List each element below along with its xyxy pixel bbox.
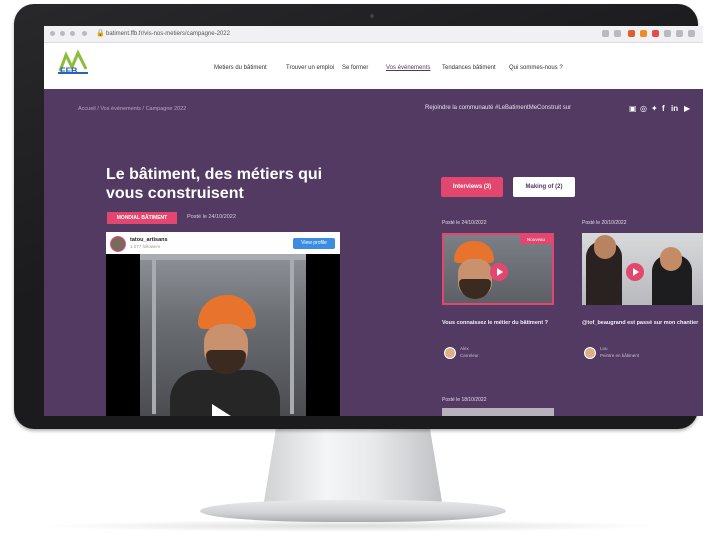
browser-toolbar: 🔒 batiment.ffb.fr/vis-nos-metiers/campag… — [44, 26, 703, 43]
author-role: Carreleur — [460, 353, 479, 358]
community-text: Rejoindre la communauté #LeBatimentMeCon… — [425, 105, 572, 111]
breadcrumb[interactable]: Accueil / Vos événements / Campagne 2022 — [78, 106, 186, 112]
lock-icon: 🔒 — [96, 30, 105, 37]
avatar[interactable] — [110, 236, 126, 252]
profile-icon[interactable] — [676, 30, 683, 37]
extension-icon[interactable] — [628, 30, 635, 37]
twitter-icon[interactable]: ✦ — [651, 104, 658, 113]
bookmark-icon[interactable] — [614, 30, 621, 37]
card-date: Posté le 18/10/2022 — [442, 397, 487, 403]
home-icon[interactable] — [82, 31, 87, 36]
tab-interviews[interactable]: Interviews (3) — [441, 177, 503, 197]
nav-evenements[interactable]: Vos événements — [386, 65, 430, 71]
menu-icon[interactable] — [688, 30, 695, 37]
site-header: FFB Metiers du bâtiment Trouver un emplo… — [44, 43, 703, 89]
nav-former[interactable]: Se former — [342, 65, 368, 71]
author-name: Alex — [460, 346, 469, 351]
play-icon[interactable] — [212, 404, 234, 416]
play-icon[interactable] — [490, 263, 508, 281]
instagram-embed: tatou_artisans 1,077 followers View prof… — [106, 232, 340, 416]
video-card[interactable]: Nouveau — [442, 233, 554, 305]
tab-making-of[interactable]: Making of (2) — [513, 177, 575, 197]
new-badge: Nouveau — [520, 235, 552, 244]
reload-icon[interactable] — [70, 31, 75, 36]
nav-emploi[interactable]: Trouver un emploi — [286, 65, 334, 71]
embed-followers: 1,077 followers — [130, 244, 161, 249]
youtube-icon[interactable]: ▶ — [684, 104, 690, 113]
monitor-base — [200, 500, 506, 522]
logo-label: FFB — [60, 66, 78, 76]
facebook-icon[interactable]: ▣ — [629, 104, 637, 113]
card-date: Posté le 20/10/2022 — [582, 220, 627, 226]
monitor: 🔒 batiment.ffb.fr/vis-nos-metiers/campag… — [14, 4, 703, 429]
avatar — [444, 347, 456, 359]
page-title: Le bâtiment, des métiers qui vous constr… — [106, 166, 323, 202]
instagram-icon[interactable]: ◎ — [640, 104, 647, 113]
post-date: Posté le 24/10/2022 — [187, 214, 236, 220]
video-thumbnail — [140, 254, 306, 416]
card-caption[interactable]: Vous connaissez le métier du bâtiment ? — [442, 319, 562, 327]
share-icon[interactable] — [602, 30, 609, 37]
play-icon[interactable] — [626, 263, 644, 281]
back-icon[interactable] — [50, 31, 55, 36]
nav-metiers[interactable]: Metiers du bâtiment — [214, 65, 267, 71]
extension-icon[interactable] — [652, 30, 659, 37]
video-player[interactable] — [106, 254, 340, 416]
card-caption[interactable]: @tof_beaugrand est passé sur mon chantie… — [582, 319, 700, 327]
monitor-stand — [263, 420, 443, 508]
screen: 🔒 batiment.ffb.fr/vis-nos-metiers/campag… — [44, 26, 703, 416]
linkedin-icon[interactable]: in — [671, 104, 678, 113]
video-card[interactable] — [582, 233, 703, 305]
webcam — [370, 14, 374, 18]
nav-qui-sommes-nous[interactable]: Qui sommes-nous ? — [509, 65, 563, 71]
avatar — [584, 347, 596, 359]
address-bar[interactable]: batiment.ffb.fr/vis-nos-metiers/campagne… — [106, 29, 230, 39]
nav-tendances[interactable]: Tendances bâtiment — [442, 65, 496, 71]
video-card[interactable] — [442, 408, 554, 416]
extension-icon[interactable] — [640, 30, 647, 37]
extensions-menu-icon[interactable] — [664, 30, 671, 37]
author-name: Lou — [600, 346, 608, 351]
forward-icon[interactable] — [60, 31, 65, 36]
category-badge[interactable]: MONDIAL BÂTIMENT — [107, 212, 177, 224]
card-date: Posté le 24/10/2022 — [442, 220, 487, 226]
view-profile-button[interactable]: View profile — [293, 238, 335, 249]
facebook-square-icon[interactable]: f — [662, 104, 665, 113]
embed-username[interactable]: tatou_artisans — [130, 237, 168, 243]
author-role: Peintre en bâtiment — [600, 353, 640, 358]
